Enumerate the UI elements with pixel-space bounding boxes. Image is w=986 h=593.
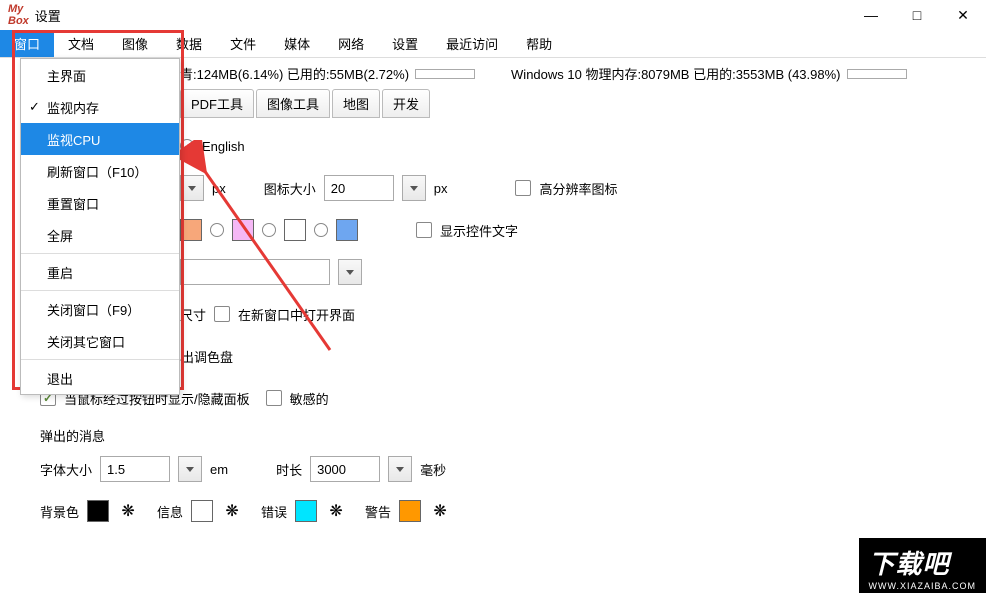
color-swatch-3[interactable] bbox=[284, 219, 306, 241]
color-swatch-4[interactable] bbox=[336, 219, 358, 241]
font-size-dropdown[interactable] bbox=[178, 456, 202, 482]
icon-size-input[interactable]: 20 bbox=[324, 175, 394, 201]
checkbox-sensitive[interactable] bbox=[266, 390, 282, 406]
label-ruler: 尺寸 bbox=[180, 305, 206, 324]
font-size-input[interactable]: 1.5 bbox=[100, 456, 170, 482]
error-palette-icon[interactable]: ❋ bbox=[325, 500, 347, 522]
dd-fullscreen[interactable]: 全屏 bbox=[21, 219, 179, 251]
dd-restart[interactable]: 重启 bbox=[21, 256, 179, 288]
menu-recent[interactable]: 最近访问 bbox=[432, 30, 512, 57]
watermark-text: 下载吧 bbox=[869, 544, 977, 581]
dd-separator bbox=[21, 290, 179, 291]
menu-window[interactable]: 窗口 bbox=[0, 30, 54, 57]
dd-refresh-window[interactable]: 刷新窗口（F10） bbox=[21, 155, 179, 187]
dd-separator bbox=[21, 253, 179, 254]
dd-separator bbox=[21, 359, 179, 360]
status-memory-left: 青:124MB(6.14%) 已用的:55MB(2.72%) bbox=[180, 64, 409, 83]
checkbox-show-text[interactable] bbox=[416, 222, 432, 238]
label-em: em bbox=[210, 462, 228, 477]
menu-data[interactable]: 数据 bbox=[162, 30, 216, 57]
tab-map[interactable]: 地图 bbox=[332, 89, 380, 118]
menu-file[interactable]: 文件 bbox=[216, 30, 270, 57]
status-memory-right: Windows 10 物理内存:8079MB 已用的:3553MB (43.98… bbox=[511, 64, 840, 83]
menu-image[interactable]: 图像 bbox=[108, 30, 162, 57]
wide-select-input[interactable] bbox=[180, 259, 330, 285]
label-duration: 时长 bbox=[276, 460, 302, 479]
label-ms: 毫秒 bbox=[420, 460, 446, 479]
color-radio-3[interactable] bbox=[262, 223, 276, 237]
dd-close-others[interactable]: 关闭其它窗口 bbox=[21, 325, 179, 357]
tab-develop[interactable]: 开发 bbox=[382, 89, 430, 118]
error-color-swatch[interactable] bbox=[295, 500, 317, 522]
window-title: 设置 bbox=[35, 6, 61, 25]
color-swatch-1[interactable] bbox=[180, 219, 202, 241]
checkbox-open-new-window[interactable] bbox=[214, 306, 230, 322]
label-warn-color: 警告 bbox=[365, 502, 391, 521]
label-hidpi: 高分辨率图标 bbox=[539, 179, 617, 198]
memory-bar-left bbox=[415, 69, 475, 79]
dd-close-window[interactable]: 关闭窗口（F9） bbox=[21, 293, 179, 325]
warn-palette-icon[interactable]: ❋ bbox=[429, 500, 451, 522]
duration-dropdown[interactable] bbox=[388, 456, 412, 482]
label-sensitive: 敏感的 bbox=[290, 389, 329, 408]
label-bg-color: 背景色 bbox=[40, 502, 79, 521]
dd-main-interface[interactable]: 主界面 bbox=[21, 59, 179, 91]
label-open-new-window: 在新窗口中打开界面 bbox=[238, 305, 355, 324]
tab-pdf-tools[interactable]: PDF工具 bbox=[180, 89, 254, 118]
menu-settings[interactable]: 设置 bbox=[378, 30, 432, 57]
maximize-button[interactable]: □ bbox=[894, 0, 940, 30]
memory-bar-right bbox=[847, 69, 907, 79]
radio-english[interactable] bbox=[180, 139, 194, 153]
app-icon: MyBox bbox=[8, 3, 29, 27]
label-info-color: 信息 bbox=[157, 502, 183, 521]
menu-media[interactable]: 媒体 bbox=[270, 30, 324, 57]
minimize-button[interactable]: — bbox=[848, 0, 894, 30]
warn-color-swatch[interactable] bbox=[399, 500, 421, 522]
window-menu-dropdown: 主界面 监视内存 监视CPU 刷新窗口（F10） 重置窗口 全屏 重启 关闭窗口… bbox=[20, 58, 180, 395]
label-px-2: px bbox=[434, 181, 448, 196]
label-font-size: 字体大小 bbox=[40, 460, 92, 479]
color-radio-2[interactable] bbox=[210, 223, 224, 237]
dd-reset-window[interactable]: 重置窗口 bbox=[21, 187, 179, 219]
menu-document[interactable]: 文档 bbox=[54, 30, 108, 57]
menu-help[interactable]: 帮助 bbox=[512, 30, 566, 57]
color-swatch-2[interactable] bbox=[232, 219, 254, 241]
bg-palette-icon[interactable]: ❋ bbox=[117, 500, 139, 522]
menubar: 窗口 文档 图像 数据 文件 媒体 网络 设置 最近访问 帮助 bbox=[0, 30, 986, 58]
label-error-color: 错误 bbox=[261, 502, 287, 521]
size-dropdown-1[interactable] bbox=[180, 175, 204, 201]
label-english: English bbox=[202, 139, 245, 154]
info-color-swatch[interactable] bbox=[191, 500, 213, 522]
bg-color-swatch[interactable] bbox=[87, 500, 109, 522]
label-icon-size: 图标大小 bbox=[264, 179, 316, 198]
popup-section-title: 弹出的消息 bbox=[30, 426, 976, 445]
checkbox-hidpi[interactable] bbox=[515, 180, 531, 196]
info-palette-icon[interactable]: ❋ bbox=[221, 500, 243, 522]
dd-monitor-memory[interactable]: 监视内存 bbox=[21, 91, 179, 123]
icon-size-dropdown[interactable] bbox=[402, 175, 426, 201]
label-px-1: px bbox=[212, 181, 226, 196]
duration-input[interactable]: 3000 bbox=[310, 456, 380, 482]
close-button[interactable]: ✕ bbox=[940, 0, 986, 30]
color-radio-4[interactable] bbox=[314, 223, 328, 237]
watermark-url: WWW.XIAZAIBA.COM bbox=[869, 581, 977, 591]
watermark: 下载吧 WWW.XIAZAIBA.COM bbox=[859, 538, 986, 593]
menu-network[interactable]: 网络 bbox=[324, 30, 378, 57]
label-show-text: 显示控件文字 bbox=[440, 221, 518, 240]
tab-image-tools[interactable]: 图像工具 bbox=[256, 89, 330, 118]
wide-select-dropdown[interactable] bbox=[338, 259, 362, 285]
dd-monitor-cpu[interactable]: 监视CPU bbox=[21, 123, 179, 155]
dd-exit[interactable]: 退出 bbox=[21, 362, 179, 394]
